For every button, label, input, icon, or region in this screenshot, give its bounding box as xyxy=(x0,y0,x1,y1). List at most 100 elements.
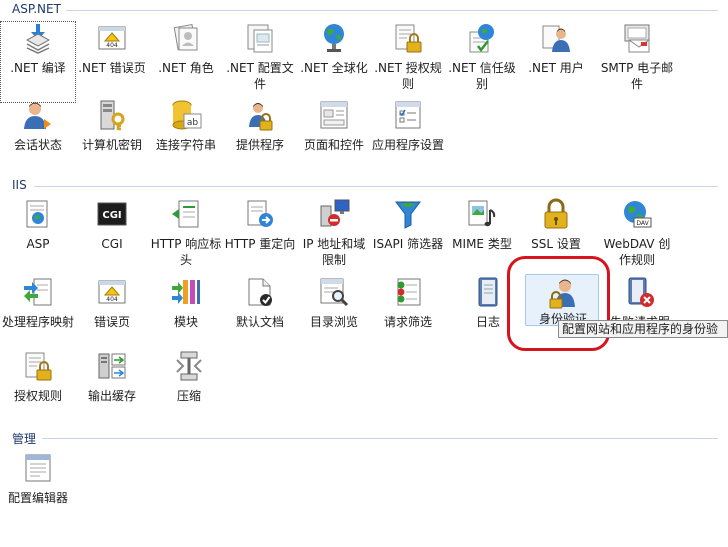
request-filtering-icon xyxy=(392,276,424,308)
tile-label: .NET 角色 xyxy=(158,61,214,75)
feature-tile-request-filtering[interactable]: 请求筛选 xyxy=(371,276,445,356)
tile-label: 处理程序映射 xyxy=(1,315,74,329)
globe-icon xyxy=(318,22,350,54)
http-headers-icon xyxy=(170,198,202,230)
feature-tile-app-settings[interactable]: 应用程序设置 xyxy=(371,99,445,179)
roles-icon xyxy=(170,22,202,54)
ssl-lock-icon xyxy=(540,198,572,230)
section-divider xyxy=(34,186,718,187)
svg-text:CGI: CGI xyxy=(102,210,121,221)
feature-tile-net-authorization-rules[interactable]: .NET 授权规则 xyxy=(371,22,445,102)
feature-tile-directory-browsing[interactable]: 目录浏览 xyxy=(297,276,371,356)
default-document-icon xyxy=(244,276,276,308)
failed-request-tracing-icon xyxy=(624,276,656,308)
feature-tile-net-compile[interactable]: .NET 编译 xyxy=(0,21,76,103)
session-state-icon xyxy=(22,99,54,131)
tile-label: CGI xyxy=(101,237,123,251)
tile-label: ASP xyxy=(26,237,50,251)
feature-tile-handler-mappings[interactable]: 处理程序映射 xyxy=(1,276,75,356)
feature-tile-isapi-filters[interactable]: ISAPI 筛选器 xyxy=(371,198,445,278)
tile-label: 错误页 xyxy=(93,315,130,329)
feature-tile-net-roles[interactable]: .NET 角色 xyxy=(149,22,223,102)
feature-tile-error-pages[interactable]: 404 错误页 xyxy=(75,276,149,356)
tile-label: .NET 用户 xyxy=(528,61,584,75)
configuration-editor-icon xyxy=(22,452,54,484)
section-header-iis: IIS xyxy=(12,178,718,194)
tile-label: 提供程序 xyxy=(235,138,284,152)
tile-label: IP 地址和域限制 xyxy=(302,237,366,267)
tile-label: HTTP 重定向 xyxy=(224,237,296,251)
cgi-icon: CGI xyxy=(96,198,128,230)
section-divider xyxy=(66,10,718,11)
section-divider xyxy=(42,438,718,439)
error-page-404-icon: 404 xyxy=(96,22,128,54)
profile-icon xyxy=(244,22,276,54)
tile-label: .NET 编译 xyxy=(10,61,66,75)
tile-label: 页面和控件 xyxy=(303,138,364,152)
feature-tile-smtp-email[interactable]: SMTP 电子邮件 xyxy=(600,22,674,102)
feature-tile-http-redirect[interactable]: HTTP 重定向 xyxy=(223,198,297,278)
tile-label: 应用程序设置 xyxy=(371,138,444,152)
svg-text:DAV: DAV xyxy=(636,220,649,227)
tile-label: 模块 xyxy=(173,315,198,329)
feature-tile-http-response-headers[interactable]: HTTP 响应标头 xyxy=(149,198,223,278)
tile-label: .NET 信任级别 xyxy=(448,61,516,91)
app-settings-icon xyxy=(392,99,424,131)
feature-tile-default-document[interactable]: 默认文档 xyxy=(223,276,297,356)
feature-tile-modules[interactable]: 模块 xyxy=(149,276,223,356)
tile-label: .NET 全球化 xyxy=(300,61,368,75)
users-icon xyxy=(540,22,572,54)
svg-text:404: 404 xyxy=(106,296,118,303)
feature-tile-connection-strings[interactable]: ab 连接字符串 xyxy=(149,99,223,179)
section-header-aspnet: ASP.NET xyxy=(12,2,718,18)
feature-tile-net-users[interactable]: .NET 用户 xyxy=(519,22,593,102)
feature-tile-configuration-editor[interactable]: 配置编辑器 xyxy=(1,452,75,532)
feature-tile-net-trust-levels[interactable]: .NET 信任级别 xyxy=(445,22,519,102)
compile-icon xyxy=(22,22,54,54)
ip-restrictions-icon xyxy=(318,198,350,230)
feature-tile-providers[interactable]: 提供程序 xyxy=(223,99,297,179)
mime-types-icon xyxy=(466,198,498,230)
error-pages-404-icon: 404 xyxy=(96,276,128,308)
svg-text:404: 404 xyxy=(106,42,118,49)
tile-label: 会话状态 xyxy=(13,138,62,152)
feature-tile-ip-domain-restrictions[interactable]: IP 地址和域限制 xyxy=(297,198,371,278)
machine-key-icon xyxy=(96,99,128,131)
handler-mappings-icon xyxy=(22,276,54,308)
feature-tile-net-profile[interactable]: .NET 配置文件 xyxy=(223,22,297,102)
feature-tile-asp[interactable]: ASP xyxy=(1,198,75,278)
tile-label: 目录浏览 xyxy=(309,315,358,329)
feature-tile-compression[interactable]: 压缩 xyxy=(152,350,226,430)
feature-tile-session-state[interactable]: 会话状态 xyxy=(1,99,75,179)
tile-label: SMTP 电子邮件 xyxy=(600,61,674,91)
feature-tile-net-globalization[interactable]: .NET 全球化 xyxy=(297,22,371,102)
feature-tile-machine-key[interactable]: 计算机密钥 xyxy=(75,99,149,179)
directory-browsing-icon xyxy=(318,276,350,308)
tile-label: 连接字符串 xyxy=(155,138,216,152)
section-title-iis: IIS xyxy=(12,178,27,192)
tile-label: ISAPI 筛选器 xyxy=(372,237,444,251)
feature-tile-net-error-pages[interactable]: 404 .NET 错误页 xyxy=(75,22,149,102)
feature-tile-output-caching[interactable]: 输出缓存 xyxy=(75,350,149,430)
tile-label: .NET 配置文件 xyxy=(226,61,294,91)
tile-label: 授权规则 xyxy=(13,389,62,403)
feature-tile-failed-request-tracing[interactable]: 失败请求跟 xyxy=(603,276,677,356)
providers-icon xyxy=(244,99,276,131)
feature-tile-cgi[interactable]: CGI CGI xyxy=(75,198,149,278)
tile-label: WebDAV 创作规则 xyxy=(603,237,671,267)
pages-controls-icon xyxy=(318,99,350,131)
authentication-tooltip: 配置网站和应用程序的身份验 xyxy=(558,320,728,338)
svg-text:ab: ab xyxy=(187,118,199,128)
feature-tile-pages-controls[interactable]: 页面和控件 xyxy=(297,99,371,179)
section-title-manage: 管理 xyxy=(12,432,37,446)
logging-icon xyxy=(472,276,504,308)
section-header-manage: 管理 xyxy=(12,430,718,446)
isapi-filters-icon xyxy=(392,198,424,230)
asp-icon xyxy=(22,198,54,230)
feature-tile-authorization-rules[interactable]: 授权规则 xyxy=(1,350,75,430)
feature-tile-webdav-authoring-rules[interactable]: DAV WebDAV 创作规则 xyxy=(600,198,674,278)
modules-icon xyxy=(170,276,202,308)
connection-string-icon: ab xyxy=(170,99,202,131)
tile-label: HTTP 响应标头 xyxy=(150,237,222,267)
http-redirect-icon xyxy=(244,198,276,230)
